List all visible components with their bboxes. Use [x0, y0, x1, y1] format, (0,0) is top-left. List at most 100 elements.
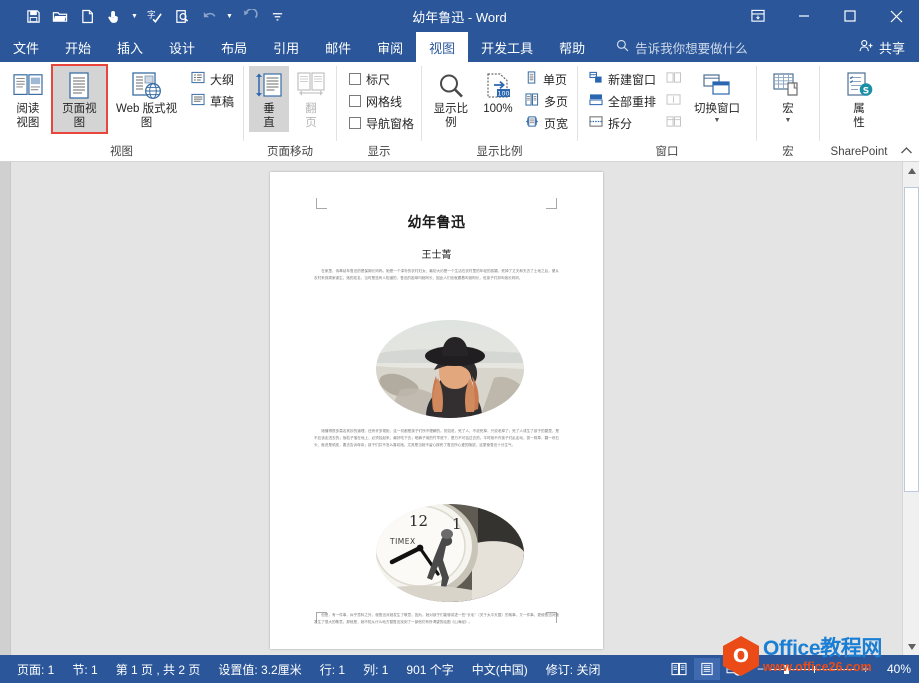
track-changes[interactable]: 修订: 关闭: [537, 661, 610, 678]
ribbon-display-options-icon[interactable]: [735, 0, 781, 32]
split-item[interactable]: 拆分: [585, 112, 660, 134]
one-page-item[interactable]: 单页: [521, 68, 572, 90]
vertical-scroll-button[interactable]: 垂 直: [249, 66, 289, 133]
navigation-pane-checkbox[interactable]: [349, 117, 361, 129]
macros-button[interactable]: 宏 ▼: [764, 66, 812, 127]
line-indicator[interactable]: 行: 1: [311, 661, 354, 678]
column-indicator[interactable]: 列: 1: [354, 661, 397, 678]
ruler-checkbox-row[interactable]: 标尺: [345, 68, 418, 90]
zoom-100-button[interactable]: 100 100%: [477, 66, 519, 119]
navigation-pane-checkbox-row[interactable]: 导航窗格: [345, 112, 418, 134]
quick-access-toolbar[interactable]: ▼ 字 ▼: [0, 4, 290, 28]
tab-help[interactable]: 帮助: [546, 32, 598, 62]
scrollbar-thumb[interactable]: [904, 187, 919, 492]
zoom-in-button[interactable]: +: [862, 662, 869, 676]
vertical-scrollbar[interactable]: [902, 162, 919, 655]
new-document-icon[interactable]: [74, 4, 100, 28]
oval-photo-timex-clock[interactable]: 12 1 TIMEX: [376, 504, 524, 602]
language[interactable]: 中文(中国): [463, 661, 537, 678]
ribbon-group-macros: 宏 ▼ 宏: [757, 62, 819, 161]
zoom-slider-handle[interactable]: [783, 664, 789, 674]
document-page[interactable]: 幼年鲁迅 王士菁 在家里，侍奉幼年鲁迅的是保姆长妈妈。她是一个淳朴的农村妇女，最…: [270, 172, 603, 649]
vertical-scroll-icon: [254, 69, 284, 103]
customize-qat-icon[interactable]: [264, 4, 290, 28]
close-icon[interactable]: [873, 0, 919, 32]
spelling-check-icon[interactable]: 字: [142, 4, 168, 28]
zoom-slider[interactable]: [769, 664, 856, 674]
ribbon-tab-bar[interactable]: 文件 开始 插入 设计 布局 引用 邮件 审阅 视图 开发工具 帮助 告诉我你想…: [0, 32, 919, 62]
gridlines-checkbox[interactable]: [349, 95, 361, 107]
print-layout-icon: [66, 69, 92, 103]
read-mode-button[interactable]: 阅读 视图: [5, 66, 51, 132]
section-indicator[interactable]: 节: 1: [63, 661, 106, 678]
page-width-item[interactable]: 页宽: [521, 112, 572, 134]
gridlines-checkbox-row[interactable]: 网格线: [345, 90, 418, 112]
ribbon: 阅读 视图 页面视图 Web 版式视图 大纲 草稿 视图 垂 直 翻 页 页面移…: [0, 62, 919, 162]
switch-windows-button[interactable]: 切换窗口 ▼: [688, 66, 746, 127]
oval-photo-woman-beach[interactable]: [376, 320, 524, 418]
tab-design[interactable]: 设计: [156, 32, 208, 62]
read-mode-label-l1: 阅读: [16, 103, 40, 115]
tab-view[interactable]: 视图: [416, 32, 469, 62]
minimize-icon[interactable]: [781, 0, 827, 32]
status-bar[interactable]: 页面: 1 节: 1 第 1 页 , 共 2 页 设置值: 3.2厘米 行: 1…: [0, 655, 919, 683]
tab-layout[interactable]: 布局: [208, 32, 260, 62]
print-layout-button[interactable]: 页面视图: [50, 63, 109, 135]
page-width-icon: [525, 115, 539, 131]
zoom-out-button[interactable]: −: [757, 662, 764, 676]
tab-developer[interactable]: 开发工具: [468, 32, 546, 62]
print-layout-view-button[interactable]: [693, 658, 720, 680]
tab-mailings[interactable]: 邮件: [312, 32, 364, 62]
tab-home[interactable]: 开始: [52, 32, 104, 62]
reset-window-position-item: [662, 112, 686, 134]
measurement-value[interactable]: 设置值: 3.2厘米: [209, 661, 310, 678]
touch-mode-chevron-down-icon[interactable]: ▼: [128, 4, 141, 28]
macros-label: 宏: [782, 103, 794, 115]
chevron-up-icon[interactable]: [900, 146, 913, 158]
maximize-icon[interactable]: [827, 0, 873, 32]
outline-view-item[interactable]: 大纲: [187, 68, 238, 90]
undo-chevron-down-icon[interactable]: ▼: [223, 4, 236, 28]
scroll-down-icon[interactable]: [903, 638, 919, 655]
undo-icon[interactable]: [196, 4, 222, 28]
sharepoint-properties-button[interactable]: S 属 性: [836, 66, 882, 132]
tab-references[interactable]: 引用: [260, 32, 312, 62]
web-layout-button[interactable]: Web 版式视图: [108, 66, 185, 132]
zoom-small-list: 单页 多页 页宽: [521, 66, 572, 134]
page-indicator[interactable]: 页面: 1: [8, 661, 63, 678]
tell-me-search[interactable]: 告诉我你想要做什么: [616, 32, 748, 62]
tab-insert[interactable]: 插入: [104, 32, 156, 62]
zoom-button[interactable]: 显示比例: [427, 66, 475, 132]
switch-windows-chevron-down-icon[interactable]: ▼: [714, 117, 721, 125]
draft-view-item[interactable]: 草稿: [187, 90, 238, 112]
multiple-pages-label: 多页: [543, 94, 568, 109]
margin-mark-top-left: [316, 198, 328, 210]
gridlines-label: 网格线: [366, 94, 403, 109]
tab-file[interactable]: 文件: [0, 32, 52, 62]
arrange-all-item[interactable]: 全部重排: [585, 90, 660, 112]
window-controls[interactable]: [735, 0, 919, 32]
ruler-checkbox[interactable]: [349, 73, 361, 85]
zoom-control[interactable]: − + 40%: [749, 662, 911, 676]
touch-mode-icon[interactable]: [101, 4, 127, 28]
page-count[interactable]: 第 1 页 , 共 2 页: [107, 661, 210, 678]
macros-chevron-down-icon[interactable]: ▼: [785, 117, 792, 125]
svg-text:12: 12: [409, 512, 428, 530]
redo-icon[interactable]: [237, 4, 263, 28]
word-count[interactable]: 901 个字: [397, 661, 462, 678]
scroll-up-icon[interactable]: [903, 162, 919, 179]
ruler-label: 标尺: [366, 72, 391, 87]
zoom-percentage[interactable]: 40%: [875, 662, 911, 676]
print-preview-icon[interactable]: [169, 4, 195, 28]
zoom-label: 显示比例: [433, 103, 469, 129]
read-mode-view-button[interactable]: [666, 658, 692, 680]
open-icon[interactable]: [47, 4, 73, 28]
multiple-pages-item[interactable]: 多页: [521, 90, 572, 112]
web-layout-view-button[interactable]: [722, 658, 748, 680]
share-button[interactable]: 共享: [859, 32, 905, 62]
ribbon-group-window: 新建窗口 全部重排 拆分 切换窗口 ▼ 窗口: [578, 62, 756, 161]
save-icon[interactable]: [20, 4, 46, 28]
document-canvas[interactable]: 幼年鲁迅 王士菁 在家里，侍奉幼年鲁迅的是保姆长妈妈。她是一个淳朴的农村妇女，最…: [0, 162, 919, 655]
new-window-item[interactable]: 新建窗口: [585, 68, 660, 90]
tab-review[interactable]: 审阅: [364, 32, 416, 62]
